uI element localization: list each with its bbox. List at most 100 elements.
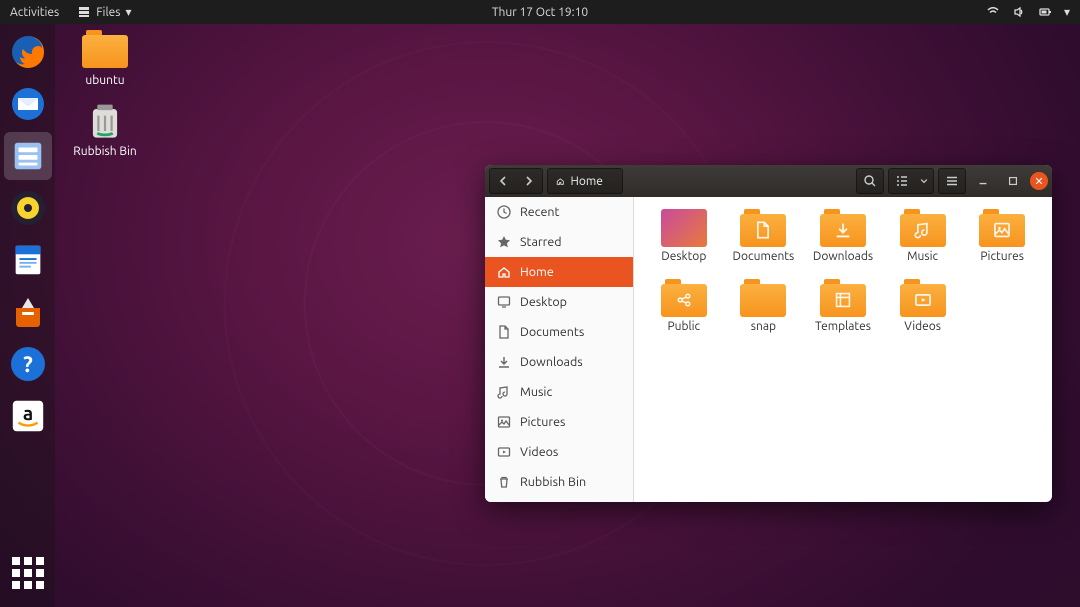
folder-label: Downloads: [813, 250, 873, 263]
desktop-icon-ubuntu[interactable]: ubuntu: [70, 28, 140, 87]
chevron-down-icon: [613, 176, 614, 186]
desktop-icon-label: Rubbish Bin: [73, 145, 136, 158]
app-menu-label: Files: [96, 6, 120, 19]
sidebar-item-downloads[interactable]: Downloads: [485, 347, 633, 377]
desktop-icon-rubbish-bin[interactable]: Rubbish Bin: [70, 99, 140, 158]
folder-templates[interactable]: Templates: [803, 275, 883, 337]
path-label: Home: [571, 175, 603, 188]
folder-label: Templates: [815, 320, 871, 333]
dock-item-thunderbird[interactable]: [4, 80, 52, 128]
desktop-icon: [497, 295, 511, 309]
folder-icon: [900, 279, 946, 317]
clock-button[interactable]: Thur 17 Oct 19:10: [492, 6, 588, 19]
hamburger-menu-button[interactable]: [939, 169, 965, 193]
sidebar-item-recent[interactable]: Recent: [485, 197, 633, 227]
dock-item-software[interactable]: [4, 288, 52, 336]
sidebar-item-label: Rubbish Bin: [520, 475, 586, 489]
folder-downloads[interactable]: Downloads: [803, 205, 883, 267]
battery-icon[interactable]: [1038, 5, 1052, 19]
sidebar-item-videos[interactable]: Videos: [485, 437, 633, 467]
sidebar-item-label: Home: [520, 265, 554, 279]
dock: ?a: [0, 24, 55, 607]
wifi-icon[interactable]: [986, 5, 1000, 19]
sidebar-item-label: Downloads: [520, 355, 583, 369]
sidebar: RecentStarred Home Desktop Documents Downloa…: [485, 197, 634, 502]
sidebar-item-label: Pictures: [520, 415, 565, 429]
dock-item-firefox[interactable]: [4, 28, 52, 76]
volume-icon[interactable]: [1012, 5, 1026, 19]
sidebar-item-label: Music: [520, 385, 552, 399]
search-button[interactable]: [857, 169, 883, 193]
folder-label: Pictures: [980, 250, 1024, 263]
sidebar-item-desktop[interactable]: Desktop: [485, 287, 633, 317]
svg-text:?: ?: [23, 352, 33, 377]
files-window: Home RecentStarred Home Desktop Documents Do…: [485, 165, 1052, 502]
home-icon: [556, 177, 565, 186]
picture-icon: [497, 415, 511, 429]
folder-icon: [740, 279, 786, 317]
folder-icon: [900, 209, 946, 247]
trash-icon: [497, 475, 511, 489]
sidebar-item-home[interactable]: Home: [485, 257, 633, 287]
folder-icon: [661, 279, 707, 317]
folder-content: Desktop Documents Downloads Music Pictures Pu…: [634, 197, 1052, 502]
show-applications-button[interactable]: [4, 549, 52, 597]
sidebar-item-starred[interactable]: Starred: [485, 227, 633, 257]
dock-item-amazon[interactable]: a: [4, 392, 52, 440]
dock-item-help[interactable]: ?: [4, 340, 52, 388]
nav-back-button[interactable]: [490, 169, 516, 193]
folder-label: Music: [907, 250, 938, 263]
view-dropdown-button[interactable]: [915, 169, 933, 193]
sidebar-item-pictures[interactable]: Pictures: [485, 407, 633, 437]
dock-item-writer[interactable]: [4, 236, 52, 284]
files-app-icon: [77, 5, 91, 19]
star-icon: [497, 235, 511, 249]
path-bar[interactable]: Home: [547, 168, 623, 194]
folder-videos[interactable]: Videos: [883, 275, 963, 337]
document-icon: [497, 325, 511, 339]
activities-button[interactable]: Activities: [10, 6, 59, 19]
chevron-down-icon[interactable]: ▾: [1064, 5, 1070, 19]
folder-snap[interactable]: snap: [724, 275, 804, 337]
folder-desktop[interactable]: Desktop: [644, 205, 724, 267]
music-icon: [497, 385, 511, 399]
folder-icon: [82, 30, 128, 68]
titlebar[interactable]: Home: [485, 165, 1052, 197]
desktop-icon-label: ubuntu: [85, 74, 124, 87]
video-icon: [497, 445, 511, 459]
folder-documents[interactable]: Documents: [724, 205, 804, 267]
dock-item-files[interactable]: [4, 132, 52, 180]
desktop-folder-icon: [661, 209, 707, 247]
sidebar-item-trash[interactable]: Rubbish Bin: [485, 467, 633, 497]
folder-pictures[interactable]: Pictures: [962, 205, 1042, 267]
clock-icon: [497, 205, 511, 219]
close-button[interactable]: [1030, 172, 1048, 190]
maximize-button[interactable]: [1000, 169, 1026, 193]
apps-grid-icon: [12, 557, 44, 589]
view-list-button[interactable]: [889, 169, 915, 193]
folder-music[interactable]: Music: [883, 205, 963, 267]
home-icon: [497, 265, 511, 279]
folder-label: Videos: [904, 320, 941, 333]
minimize-button[interactable]: [970, 169, 996, 193]
sidebar-item-label: Videos: [520, 445, 558, 459]
folder-icon: [740, 209, 786, 247]
app-menu-button[interactable]: Files ▾: [77, 5, 131, 19]
trash-icon: [83, 98, 127, 142]
folder-label: snap: [751, 320, 776, 333]
top-bar: Activities Files ▾ Thur 17 Oct 19:10 ▾: [0, 0, 1080, 24]
folder-label: Desktop: [661, 250, 706, 263]
folder-icon: [979, 209, 1025, 247]
nav-forward-button[interactable]: [516, 169, 542, 193]
sidebar-item-documents[interactable]: Documents: [485, 317, 633, 347]
download-icon: [497, 355, 511, 369]
folder-icon: [820, 279, 866, 317]
desktop-icons: ubuntu Rubbish Bin: [70, 28, 140, 158]
sidebar-item-label: Desktop: [520, 295, 567, 309]
sidebar-item-music[interactable]: Music: [485, 377, 633, 407]
folder-public[interactable]: Public: [644, 275, 724, 337]
folder-icon: [820, 209, 866, 247]
svg-text:a: a: [22, 402, 32, 424]
folder-label: Documents: [733, 250, 795, 263]
dock-item-rhythmbox[interactable]: [4, 184, 52, 232]
